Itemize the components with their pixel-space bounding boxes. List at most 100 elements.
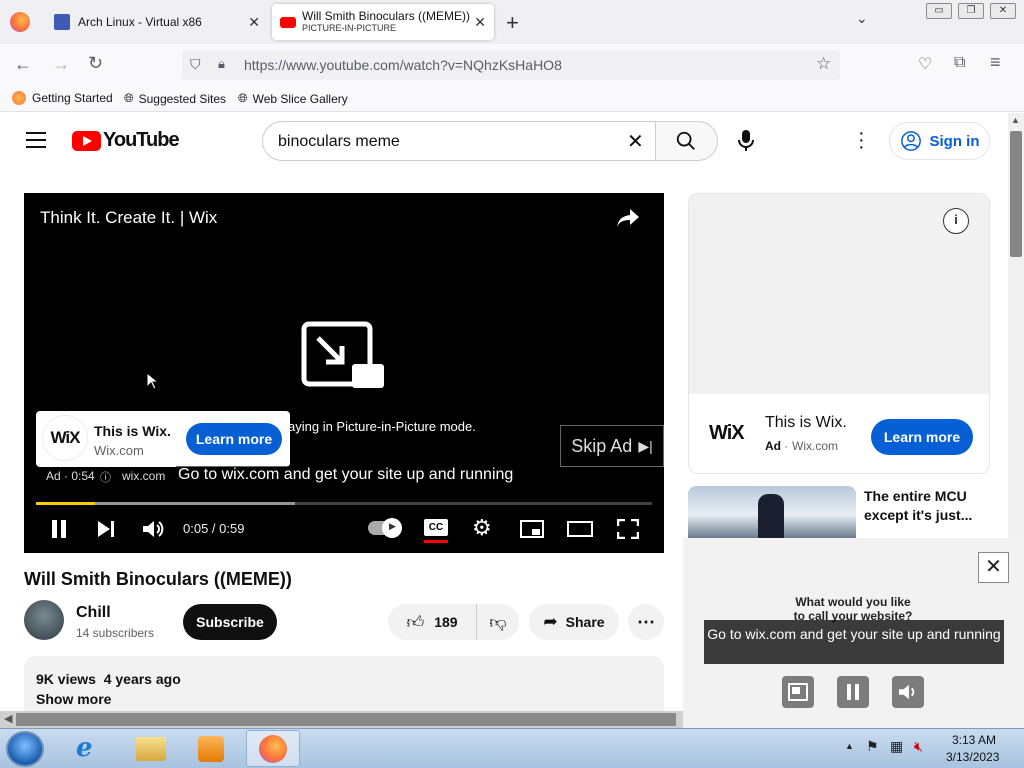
share-arrow-icon[interactable]	[616, 207, 640, 229]
channel-name[interactable]: Chill	[76, 604, 111, 622]
close-icon: ✕	[985, 556, 1002, 578]
side-ad-learn-more-button[interactable]: Learn more	[871, 419, 973, 455]
youtube-favicon-icon	[280, 16, 296, 28]
captions-button[interactable]: CC	[424, 519, 448, 536]
pip-pause-button[interactable]	[837, 676, 869, 708]
more-actions-button[interactable]: ⋯	[628, 604, 664, 640]
clock-time[interactable]: 3:13 AM	[952, 733, 996, 747]
video-player[interactable]: Think It. Create It. | Wix aying in Pict…	[24, 193, 664, 553]
ad-url[interactable]: wix.com	[122, 469, 165, 483]
volume-icon[interactable]	[142, 519, 164, 539]
recommended-thumbnail[interactable]	[688, 486, 856, 538]
channel-avatar[interactable]	[24, 600, 64, 640]
skip-next-icon: ▶|	[638, 437, 653, 454]
hamburger-icon[interactable]	[26, 132, 46, 148]
info-icon[interactable]: ⓘ	[100, 469, 111, 485]
bookmark-getting-started[interactable]: Getting Started	[12, 91, 113, 105]
tab-youtube[interactable]: Will Smith Binoculars ((MEME)) PICTURE-I…	[272, 4, 494, 40]
pause-icon[interactable]	[50, 519, 68, 539]
close-icon[interactable]: ✕	[474, 14, 486, 31]
forward-icon[interactable]: →	[52, 54, 70, 75]
skip-ad-button[interactable]: Skip Ad ▶|	[560, 425, 664, 467]
shield-icon[interactable]: ⛉	[190, 56, 201, 73]
picture-in-picture-icon	[301, 321, 384, 388]
show-more-link[interactable]: Show more	[36, 691, 111, 707]
new-tab-icon[interactable]: +	[506, 10, 519, 36]
fullscreen-icon[interactable]	[617, 519, 639, 539]
firefox-taskbar-button[interactable]	[246, 730, 300, 767]
scroll-up-icon[interactable]: ▲	[1011, 115, 1020, 125]
internet-explorer-icon[interactable]: e	[76, 733, 106, 763]
bookmark-web-slice-gallery[interactable]: 🌐︎ Web Slice Gallery	[238, 91, 348, 106]
url-bar[interactable]: ⛉ 🔒︎ https://www.youtube.com/watch?v=NQh…	[182, 50, 840, 80]
list-tabs-icon[interactable]: ⌄	[856, 10, 868, 27]
ad-card-domain: Wix.com	[94, 443, 144, 458]
lock-icon[interactable]: 🔒︎	[218, 56, 225, 72]
action-center-flag-icon[interactable]: ⚑	[866, 738, 879, 755]
sign-in-button[interactable]: Sign in	[889, 122, 990, 160]
media-player-icon[interactable]	[198, 736, 224, 762]
firefox-view-icon[interactable]	[10, 12, 30, 32]
close-window-icon[interactable]: ✕	[990, 3, 1016, 19]
logo-text: YouTube	[103, 129, 180, 151]
pip-window[interactable]: ✕ What would you like to call your websi…	[683, 538, 1024, 728]
scroll-left-icon[interactable]: ◀	[4, 712, 12, 725]
reload-icon[interactable]: ↻	[88, 53, 103, 74]
thumbs-down-icon: 👎︎	[489, 612, 507, 632]
search-input[interactable]: binoculars meme	[278, 133, 400, 151]
more-options-icon[interactable]: · · ·	[858, 123, 865, 157]
extensions-icon[interactable]: ⧉	[954, 54, 965, 72]
bookmark-suggested-sites[interactable]: 🌐︎ Suggested Sites	[124, 91, 226, 106]
menu-icon[interactable]: ≡	[990, 52, 1001, 73]
network-icon[interactable]: ▦	[890, 738, 903, 755]
h-scrollbar-thumb[interactable]	[16, 713, 676, 726]
share-button[interactable]: ➦ Share	[529, 604, 619, 640]
button-label: Learn more	[883, 429, 961, 445]
pip-fullscreen-button[interactable]	[782, 676, 814, 708]
subscribe-button[interactable]: Subscribe	[183, 604, 277, 640]
horizontal-scrollbar[interactable]: ◀	[0, 711, 683, 728]
scrollbar-thumb[interactable]	[1010, 131, 1022, 257]
tab-arch-linux[interactable]: Arch Linux - Virtual x86 ✕	[46, 4, 268, 40]
youtube-play-icon	[72, 130, 101, 151]
minimize-icon[interactable]: ▭	[926, 3, 952, 19]
recommended-title[interactable]: The entire MCU except it's just...	[864, 487, 984, 525]
youtube-logo[interactable]: YouTube	[72, 129, 180, 152]
clock-date[interactable]: 3/13/2023	[946, 750, 999, 764]
search-button[interactable]	[655, 121, 718, 161]
pip-close-button[interactable]: ✕	[978, 552, 1009, 583]
ad-info-icon[interactable]: i	[943, 208, 969, 234]
tray-expand-icon[interactable]: ▲	[845, 741, 854, 751]
next-icon[interactable]	[96, 519, 116, 539]
star-icon[interactable]: ☆	[816, 54, 831, 74]
firefox-icon	[259, 735, 287, 763]
side-ad[interactable]: i WiX This is Wix. Ad · Wix.com Learn mo…	[688, 193, 990, 474]
miniplayer-icon[interactable]	[520, 520, 544, 538]
ad-card[interactable]: WiX This is Wix. Wix.com Learn more	[36, 411, 290, 467]
file-explorer-icon[interactable]	[136, 737, 166, 761]
clear-search-icon[interactable]: ✕	[627, 129, 644, 154]
bookmark-label: Web Slice Gallery	[252, 91, 348, 106]
search-box[interactable]: binoculars meme ✕	[262, 121, 656, 161]
pip-volume-button[interactable]	[892, 676, 924, 708]
settings-gear-icon[interactable]: ⚙	[472, 515, 492, 541]
autoplay-toggle[interactable]: ▶	[368, 518, 402, 538]
ad-title[interactable]: Think It. Create It. | Wix	[40, 208, 217, 228]
progress-bar[interactable]	[36, 502, 652, 505]
close-icon[interactable]: ✕	[248, 14, 260, 31]
url-text[interactable]: https://www.youtube.com/watch?v=NQhzKsHa…	[244, 57, 562, 73]
restore-icon[interactable]: ❐	[958, 3, 984, 19]
back-icon[interactable]: ←	[14, 54, 32, 75]
microphone-icon[interactable]	[736, 129, 756, 153]
volume-muted-icon[interactable]: 🔇︎	[914, 738, 923, 755]
dislike-button[interactable]: 👎︎	[476, 604, 519, 640]
pocket-icon[interactable]: ♡	[918, 54, 932, 74]
side-ad-title: This is Wix.	[765, 414, 847, 431]
theater-mode-icon[interactable]	[567, 521, 593, 537]
subscribe-label: Subscribe	[196, 614, 264, 630]
like-button[interactable]: 👍︎ 189	[388, 604, 476, 640]
start-button[interactable]	[6, 731, 44, 767]
ad-card-learn-more-button[interactable]: Learn more	[186, 423, 282, 455]
tab-title: Arch Linux - Virtual x86	[78, 15, 202, 29]
pip-message: aying in Picture-in-Picture mode.	[288, 419, 476, 434]
